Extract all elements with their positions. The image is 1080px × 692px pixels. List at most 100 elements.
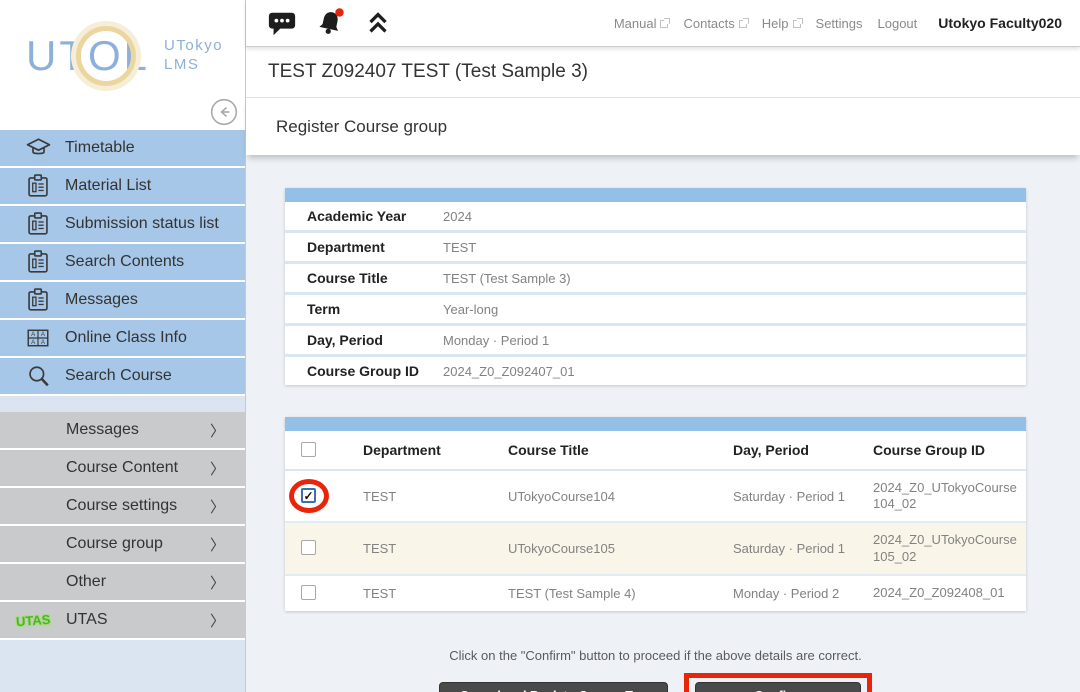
details-value: 2024_Z0_Z092407_01 xyxy=(435,356,1026,386)
details-value: 2024 xyxy=(435,202,1026,232)
cell-course-group-id: 2024_Z0_UTokyoCourse104_02 xyxy=(857,470,1026,523)
contacts-link[interactable]: Contacts xyxy=(683,16,746,31)
details-value: Monday · Period 1 xyxy=(435,325,1026,356)
details-value: TEST xyxy=(435,232,1026,263)
row-checkbox[interactable]: ✓ xyxy=(301,488,316,503)
cell-day-period: Monday · Period 2 xyxy=(717,575,857,611)
chevron-right-icon: 〉 xyxy=(210,572,225,593)
cell-course-group-id: 2024_Z0_UTokyoCourse105_02 xyxy=(857,522,1026,575)
sidebar-subitem-label: UTAS xyxy=(66,611,107,629)
logout-link[interactable]: Logout xyxy=(878,16,918,31)
logo-subtitle: UTokyo LMS xyxy=(164,37,223,75)
row-checkbox[interactable] xyxy=(301,540,316,555)
sidebar-main-nav: Timetable Material List Submission statu… xyxy=(0,130,245,396)
details-label: Academic Year xyxy=(285,202,435,232)
column-header-day-period: Day, Period xyxy=(717,431,857,470)
section-title-bar: Register Course group xyxy=(246,98,1080,155)
sidebar-section-gap xyxy=(0,396,245,412)
sidebar-subitem-label: Other xyxy=(66,573,106,591)
document-list-icon xyxy=(24,172,52,200)
cell-course-title: TEST (Test Sample 4) xyxy=(492,575,717,611)
external-link-icon xyxy=(660,20,668,28)
confirm-button[interactable]: Confirm xyxy=(695,682,861,692)
manual-link-label: Manual xyxy=(614,16,657,31)
course-details-panel: Academic Year 2024 Department TEST Cours… xyxy=(285,188,1026,385)
sidebar: UTOL UTokyo LMS Timetable xyxy=(0,0,246,692)
details-label: Day, Period xyxy=(285,325,435,356)
sidebar-item-label: Messages xyxy=(65,291,138,309)
sidebar-item-search-course[interactable]: Search Course xyxy=(0,358,245,396)
sidebar-subitem-utas[interactable]: UTAS UTAS 〉 xyxy=(0,602,245,640)
cell-department: TEST xyxy=(347,575,492,611)
details-value: Year-long xyxy=(435,294,1026,325)
column-header-course-title: Course Title xyxy=(492,431,717,470)
sidebar-subitem-course-group[interactable]: Course group 〉 xyxy=(0,526,245,564)
sidebar-subitem-course-content[interactable]: Course Content 〉 xyxy=(0,450,245,488)
sidebar-subitem-other[interactable]: Other 〉 xyxy=(0,564,245,602)
sidebar-item-label: Timetable xyxy=(65,139,135,157)
sidebar-item-search-contents[interactable]: Search Contents xyxy=(0,244,245,282)
action-buttons: Cancel and Back to Course Top Confirm xyxy=(285,673,1026,692)
table-row: ✓ TEST UTokyoCourse104 Saturday · Period… xyxy=(285,470,1026,523)
details-value: TEST (Test Sample 3) xyxy=(435,263,1026,294)
svg-text:A: A xyxy=(41,331,46,338)
panel-header-bar xyxy=(285,417,1026,431)
details-row: Course Group ID 2024_Z0_Z092407_01 xyxy=(285,356,1026,386)
sidebar-subitem-label: Course group xyxy=(66,535,163,553)
sidebar-subitem-messages[interactable]: Messages 〉 xyxy=(0,412,245,450)
username-label: Utokyo Faculty020 xyxy=(938,15,1062,31)
details-row: Department TEST xyxy=(285,232,1026,263)
row-checkbox[interactable] xyxy=(301,585,316,600)
help-link[interactable]: Help xyxy=(762,16,801,31)
sidebar-item-material-list[interactable]: Material List xyxy=(0,168,245,206)
chevron-right-icon: 〉 xyxy=(210,610,225,631)
details-row: Day, Period Monday · Period 1 xyxy=(285,325,1026,356)
chevron-right-icon: 〉 xyxy=(210,458,225,479)
details-label: Course Group ID xyxy=(285,356,435,386)
sidebar-sub-nav: Messages 〉 Course Content 〉 Course setti… xyxy=(0,412,245,640)
sidebar-item-submission-status-list[interactable]: Submission status list xyxy=(0,206,245,244)
sidebar-item-timetable[interactable]: Timetable xyxy=(0,130,245,168)
table-row: TEST TEST (Test Sample 4) Monday · Perio… xyxy=(285,575,1026,611)
chevron-right-icon: 〉 xyxy=(210,496,225,517)
column-header-course-group-id: Course Group ID xyxy=(857,431,1026,470)
settings-link[interactable]: Settings xyxy=(816,16,863,31)
svg-text:A: A xyxy=(31,331,36,338)
sidebar-item-label: Search Contents xyxy=(65,253,184,271)
sidebar-item-messages[interactable]: Messages xyxy=(0,282,245,320)
cell-day-period: Saturday · Period 1 xyxy=(717,522,857,575)
sidebar-collapse-button[interactable] xyxy=(210,98,238,126)
chevron-right-icon: 〉 xyxy=(210,534,225,555)
topbar-links: Manual Contacts Help Settings Logout Uto… xyxy=(614,15,1062,31)
panel-header-bar xyxy=(285,188,1026,202)
course-title-bar: TEST Z092407 TEST (Test Sample 3) xyxy=(246,47,1080,98)
logo-area: UTOL UTokyo LMS xyxy=(0,0,245,130)
external-link-icon xyxy=(739,20,747,28)
sidebar-subitem-label: Course settings xyxy=(66,497,177,515)
content-area: Academic Year 2024 Department TEST Cours… xyxy=(246,155,1080,692)
details-label: Course Title xyxy=(285,263,435,294)
external-link-icon xyxy=(793,20,801,28)
cell-day-period: Saturday · Period 1 xyxy=(717,470,857,523)
sidebar-subitem-course-settings[interactable]: Course settings 〉 xyxy=(0,488,245,526)
class-grid-icon: AAAA xyxy=(24,324,52,352)
main-area: Manual Contacts Help Settings Logout Uto… xyxy=(246,0,1080,692)
sidebar-item-online-class-info[interactable]: AAAA Online Class Info xyxy=(0,320,245,358)
document-list-icon xyxy=(24,248,52,276)
page-title: TEST Z092407 TEST (Test Sample 3) xyxy=(268,61,588,83)
select-all-checkbox[interactable] xyxy=(301,442,316,457)
sidebar-footer xyxy=(0,640,245,692)
chat-icon[interactable] xyxy=(266,7,298,39)
document-list-icon xyxy=(24,286,52,314)
collapse-up-icon[interactable] xyxy=(362,7,394,39)
sidebar-subitem-label: Messages xyxy=(66,421,139,439)
cell-course-group-id: 2024_Z0_Z092408_01 xyxy=(857,575,1026,611)
notification-bell-icon[interactable] xyxy=(314,7,346,39)
topbar: Manual Contacts Help Settings Logout Uto… xyxy=(246,0,1080,47)
details-row: Term Year-long xyxy=(285,294,1026,325)
manual-link[interactable]: Manual xyxy=(614,16,669,31)
sidebar-item-label: Online Class Info xyxy=(65,329,187,347)
cell-department: TEST xyxy=(347,522,492,575)
cancel-button[interactable]: Cancel and Back to Course Top xyxy=(439,682,668,692)
sidebar-item-label: Search Course xyxy=(65,367,172,385)
